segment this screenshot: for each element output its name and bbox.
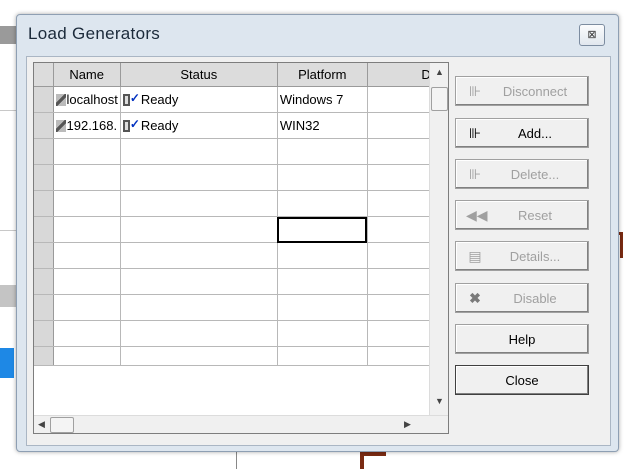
row-selector[interactable] (34, 86, 54, 113)
vertical-scroll-thumb[interactable] (431, 87, 448, 111)
details-button[interactable]: ▤ Details... (455, 241, 589, 271)
table-row[interactable] (34, 164, 434, 191)
row-selector[interactable] (34, 268, 54, 295)
background-divider (236, 452, 237, 469)
cell-details[interactable] (367, 86, 434, 113)
close-button[interactable]: Close (455, 365, 589, 395)
background-wire (360, 452, 364, 469)
load-generators-grid[interactable]: Name Status Platform D localhost ✓ Ready … (33, 62, 449, 434)
plug-icon (55, 120, 66, 132)
table-row[interactable] (34, 138, 434, 165)
cell-platform[interactable]: Windows 7 (277, 86, 368, 113)
vertical-scrollbar[interactable]: ▲ ▼ (429, 63, 448, 415)
add-button[interactable]: ⊪ Add... (455, 118, 589, 148)
table-row[interactable] (34, 268, 434, 295)
table-row[interactable] (34, 242, 434, 269)
server-status-icon: ✓ (122, 91, 140, 106)
row-selector[interactable] (34, 294, 54, 321)
grid-table: Name Status Platform D localhost ✓ Ready … (34, 63, 434, 366)
row-selector[interactable] (34, 164, 54, 191)
table-row[interactable] (34, 320, 434, 347)
current-cell[interactable] (277, 216, 368, 243)
plug-icon (55, 94, 66, 106)
table-row[interactable]: 192.168. ✓ Ready WIN32 (34, 112, 434, 139)
table-row[interactable] (34, 294, 434, 321)
row-selector[interactable] (34, 320, 54, 347)
grid-corner[interactable] (34, 63, 54, 87)
grid-header-row: Name Status Platform D (34, 63, 434, 87)
reset-button[interactable]: ◀◀ Reset (455, 200, 589, 230)
server-status-icon: ✓ (122, 117, 140, 132)
cell-name[interactable]: localhost (53, 86, 121, 113)
row-selector[interactable] (34, 190, 54, 217)
row-selector[interactable] (34, 242, 54, 269)
disconnect-button[interactable]: ⊪ Disconnect (455, 76, 589, 106)
row-selector[interactable] (34, 346, 54, 366)
close-icon[interactable]: ⊠ (579, 24, 605, 46)
horizontal-scrollbar[interactable]: ◀ ▶ (34, 415, 448, 433)
dialog-title: Load Generators (28, 24, 161, 43)
delete-generator-icon: ⊪ (468, 166, 482, 182)
table-row[interactable] (34, 216, 434, 243)
background-selection (0, 348, 14, 378)
background-wire (620, 232, 623, 258)
details-icon: ▤ (468, 248, 482, 264)
row-selector[interactable] (34, 216, 54, 243)
column-header-status[interactable]: Status (120, 63, 278, 87)
row-selector[interactable] (34, 112, 54, 139)
cell-status[interactable]: ✓ Ready (120, 86, 278, 113)
column-header-name[interactable]: Name (53, 63, 121, 87)
cell-name[interactable]: 192.168. (53, 112, 121, 139)
table-row[interactable] (34, 346, 434, 366)
help-button[interactable]: Help (455, 324, 589, 354)
scroll-up-icon[interactable]: ▲ (435, 67, 444, 77)
horizontal-scroll-thumb[interactable] (50, 417, 74, 433)
scroll-down-icon[interactable]: ▼ (435, 396, 444, 406)
cell-status[interactable]: ✓ Ready (120, 112, 278, 139)
disconnect-icon: ⊪ (468, 83, 482, 99)
column-header-platform[interactable]: Platform (277, 63, 368, 87)
add-generator-icon: ⊪ (468, 125, 482, 141)
background-divider (0, 110, 16, 111)
scroll-left-icon[interactable]: ◀ (38, 419, 45, 430)
background-divider (0, 230, 16, 231)
table-row[interactable]: localhost ✓ Ready Windows 7 (34, 86, 434, 113)
delete-button[interactable]: ⊪ Delete... (455, 159, 589, 189)
table-row[interactable] (34, 190, 434, 217)
cell-platform[interactable]: WIN32 (277, 112, 368, 139)
disable-button[interactable]: ✖ Disable (455, 283, 589, 313)
load-generators-dialog: Load Generators ⊠ Name Status Platform D… (16, 14, 619, 452)
row-selector[interactable] (34, 138, 54, 165)
scroll-right-icon[interactable]: ▶ (404, 419, 411, 430)
dialog-client-area: Name Status Platform D localhost ✓ Ready … (26, 56, 611, 446)
cell-details[interactable] (367, 112, 434, 139)
disable-x-icon: ✖ (469, 290, 481, 306)
reset-icon: ◀◀ (466, 207, 488, 223)
column-header-details[interactable]: D (367, 63, 434, 87)
